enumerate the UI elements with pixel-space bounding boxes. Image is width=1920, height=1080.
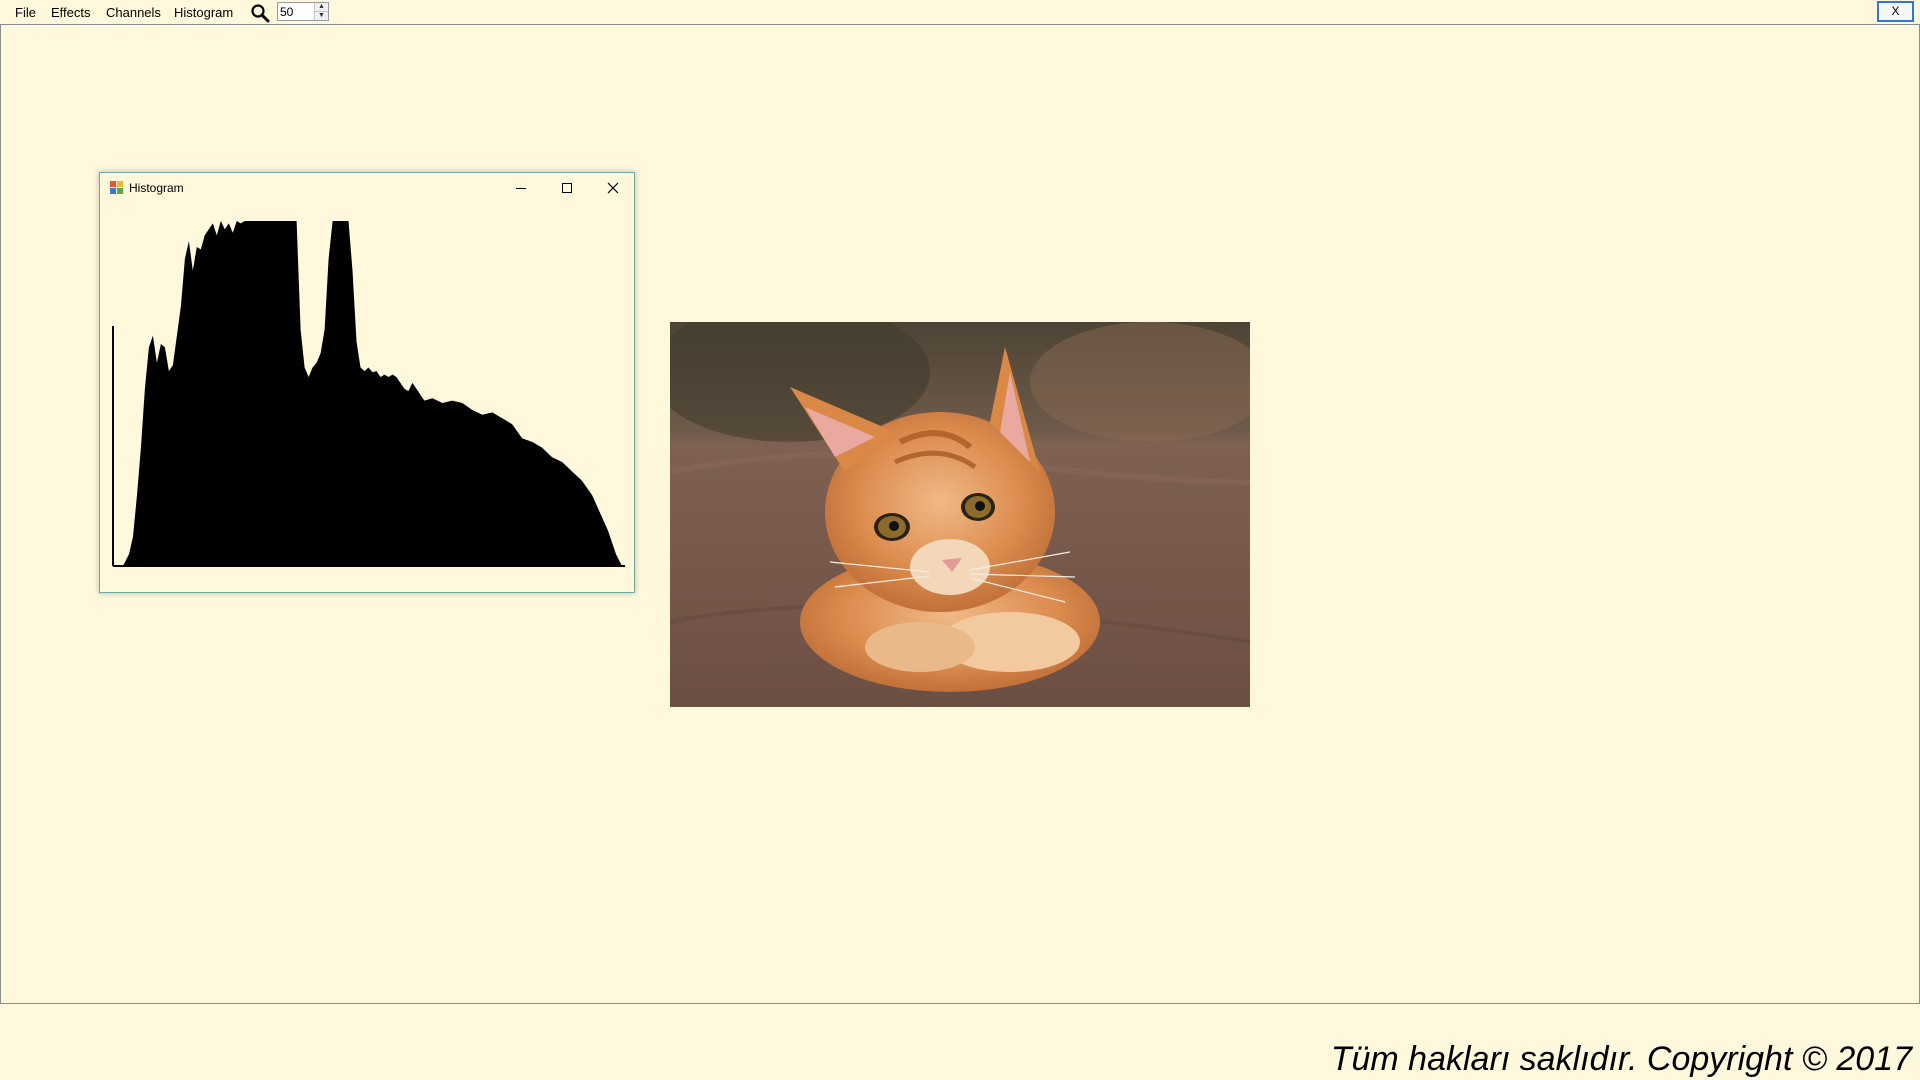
histogram-window-title: Histogram	[129, 181, 184, 195]
histogram-area	[113, 221, 622, 566]
kitten-photo-icon	[670, 322, 1250, 707]
maximize-icon	[562, 183, 572, 193]
zoom-up-arrow-icon[interactable]: ▲	[314, 3, 328, 12]
zoom-down-arrow-icon[interactable]: ▼	[314, 12, 328, 20]
kitten-image	[670, 322, 1250, 707]
zoom-icon	[251, 4, 270, 23]
menu-effects[interactable]: Effects	[51, 5, 91, 20]
histogram-chart	[112, 221, 625, 567]
close-app-button[interactable]: X	[1877, 1, 1914, 22]
maximize-button[interactable]	[544, 173, 590, 203]
menu-bar: File Effects Channels Histogram ▲ ▼ X	[0, 0, 1920, 24]
histogram-window[interactable]: Histogram	[99, 172, 635, 593]
minimize-button[interactable]	[498, 173, 544, 203]
histogram-titlebar[interactable]: Histogram	[100, 173, 634, 203]
close-icon	[607, 182, 619, 194]
close-button[interactable]	[590, 173, 636, 203]
copyright-text: Tüm hakları saklıdır. Copyright © 2017	[1330, 1040, 1912, 1078]
menu-histogram[interactable]: Histogram	[174, 5, 233, 20]
menu-file[interactable]: File	[15, 5, 36, 20]
zoom-stepper[interactable]: ▲ ▼	[277, 2, 329, 21]
minimize-icon	[516, 188, 526, 189]
app-icon	[110, 181, 123, 194]
zoom-input[interactable]	[280, 4, 313, 19]
menu-channels[interactable]: Channels	[106, 5, 161, 20]
